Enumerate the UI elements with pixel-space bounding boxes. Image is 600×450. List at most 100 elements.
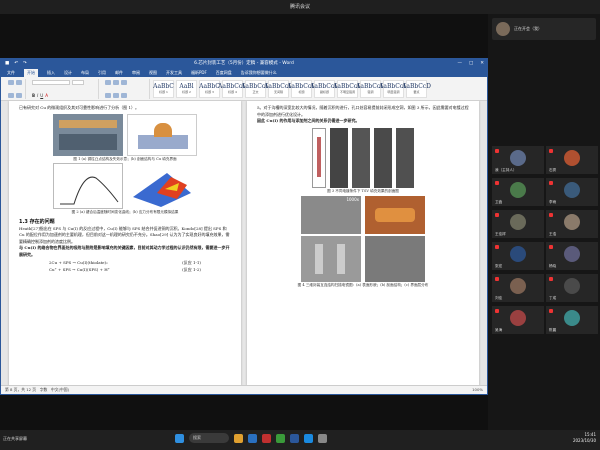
style-item[interactable]: AaBbCcD 标题 4 [218, 79, 247, 98]
avatar [564, 182, 580, 198]
document-area[interactable]: 已有研究对 Cu 的微观组织及其对可靠性影响进行了分析（图 1）。 图 1 (a… [1, 101, 487, 386]
participant-tile[interactable]: 李雨 [546, 178, 598, 206]
word-icon[interactable] [290, 433, 299, 443]
language[interactable]: 中文(中国) [51, 387, 69, 392]
tab-5[interactable]: 引用 [98, 69, 106, 77]
sem-image-d [365, 235, 425, 282]
tab-10[interactable]: 福昕PDF [191, 69, 207, 77]
tab-7[interactable]: 审阅 [132, 69, 140, 77]
avatar [564, 214, 580, 230]
file-explorer-icon[interactable] [234, 433, 243, 443]
tab-12[interactable]: 告诉我你想要做什么 [241, 69, 277, 77]
participant-tile[interactable]: 陈晨 [546, 306, 598, 334]
participant-name: 丁成 [549, 296, 557, 300]
edge-icon[interactable] [248, 433, 257, 443]
right-highlight: 因此 Cu(I) 的作用与添加剂之间的关系仍需进一步研究。 [257, 118, 360, 124]
avatar [564, 278, 580, 294]
align-left-icon[interactable] [105, 92, 111, 98]
avatar [510, 278, 526, 294]
tab-0[interactable]: 文件 [7, 69, 15, 77]
tab-2[interactable]: 插入 [47, 69, 55, 77]
style-item[interactable]: AaBbCcD 标题 [287, 79, 316, 98]
underline-icon[interactable]: U [40, 93, 43, 98]
meeting-title-bar: 腾讯会议 [0, 0, 600, 14]
style-item[interactable]: AaBbCcD 无间隔 [264, 79, 293, 98]
tab-1[interactable]: 开始 [24, 69, 38, 77]
cut-icon[interactable] [16, 79, 22, 85]
style-item[interactable]: AaBbC 标题 1 [153, 79, 174, 98]
meeting-icon[interactable] [304, 433, 313, 443]
style-name: 标题 3 [205, 90, 214, 94]
settings-icon[interactable] [318, 433, 327, 443]
style-item[interactable]: AaBbCcD 不明显强调 [333, 79, 362, 98]
chat-icon[interactable] [276, 433, 285, 443]
word-count[interactable]: 字数 [40, 387, 48, 392]
align-right-icon[interactable] [121, 92, 127, 98]
start-icon[interactable] [175, 433, 184, 443]
close-icon[interactable]: ✕ [480, 59, 484, 69]
numbering-icon[interactable] [113, 79, 119, 85]
tsv-section-2 [352, 127, 370, 188]
style-item[interactable]: AaBbCcD 强调 [356, 79, 385, 98]
paragraph-2: 与 Cu(I) 的络合物在界面处的吸附与脱附是影响填充的关键因素，目前对其动力学… [19, 245, 230, 257]
style-name: 强调 [367, 90, 374, 94]
participant-name: 李雨 [549, 200, 557, 204]
maximize-icon[interactable]: □ [469, 59, 473, 69]
participant-tile[interactable]: 王浩 [546, 210, 598, 238]
search-box[interactable]: 搜索 [189, 433, 229, 443]
participant-tile[interactable]: 卫鑫 [492, 178, 544, 206]
styles-gallery: AaBbC 标题 1 AaBl 标题 2 AaBbC 标题 3 AaBbCcD 标题 4 AaB… [153, 79, 431, 98]
right-intro: 5。对于沟槽的深宽比较大的情况，随着沉积的进行，孔口处容易提前封闭形成空洞，如图… [257, 105, 469, 117]
tab-8[interactable]: 视图 [149, 69, 157, 77]
participant-tile[interactable]: 杨晓 [546, 242, 598, 270]
participant-tile[interactable]: 刘佳 [492, 274, 544, 302]
figure-2a [53, 162, 123, 209]
participant-tile[interactable]: 王佳祥 [492, 210, 544, 238]
tab-6[interactable]: 邮件 [115, 69, 123, 77]
minimize-icon[interactable]: — [457, 59, 462, 69]
participant-name: 卫鑫 [495, 200, 503, 204]
bold-icon[interactable]: B [32, 93, 35, 98]
self-tile[interactable]: 正在开会（我） [492, 18, 596, 40]
avatar [564, 246, 580, 262]
word-titlebar: ■ ↶ ↷ 6.芯片封装工艺（5月份）定稿 - 兼容模式 - Word — □ … [1, 59, 487, 69]
style-name: 正文 [252, 90, 259, 94]
format-painter-icon[interactable] [16, 92, 22, 98]
intro-text: 已有研究对 Cu 的微观组织及其对可靠性影响进行了分析（图 1）。 [19, 105, 139, 110]
italic-icon[interactable]: I [37, 93, 38, 98]
participant-name: 刘佳 [495, 296, 503, 300]
app-icon[interactable] [262, 433, 271, 443]
font-name-select[interactable] [32, 79, 70, 85]
sharing-status[interactable]: 正在共享屏幕 [3, 436, 27, 442]
tab-4[interactable]: 布局 [81, 69, 89, 77]
align-center-icon[interactable] [113, 92, 119, 98]
participant-name: 陈晨 [549, 328, 557, 332]
font-color-icon[interactable]: A [45, 93, 48, 98]
tab-3[interactable]: 设计 [64, 69, 72, 77]
clock-date: 2023/10/30 [572, 438, 596, 443]
participant-tile[interactable]: 吴海 [492, 306, 544, 334]
bullets-icon[interactable] [105, 79, 111, 85]
zoom-level[interactable]: 100% [472, 386, 487, 394]
avatar [510, 182, 526, 198]
style-item[interactable]: AaBbCcD 要点 [402, 79, 431, 98]
participant-tile[interactable]: 石秀 [546, 146, 598, 174]
participant-tile[interactable]: 我（主持人） [492, 146, 544, 174]
tab-9[interactable]: 开发工具 [166, 69, 182, 77]
style-item[interactable]: AaBbC 标题 3 [199, 79, 220, 98]
mic-muted-icon [549, 181, 553, 185]
clock[interactable]: 15:41 2023/10/30 [573, 432, 596, 444]
mic-muted-icon [495, 213, 499, 217]
style-item[interactable]: AaBbCcD 副标题 [310, 79, 339, 98]
copy-icon[interactable] [8, 92, 14, 98]
font-size-select[interactable] [72, 79, 84, 85]
indent-icon[interactable] [121, 79, 127, 85]
participant-tile[interactable]: 张宏 [492, 242, 544, 270]
tab-11[interactable]: 百度网盘 [216, 69, 232, 77]
style-item[interactable]: AaBbCcD 正文 [241, 79, 270, 98]
participant-tile[interactable]: 丁成 [546, 274, 598, 302]
style-item[interactable]: AaBl 标题 2 [176, 79, 197, 98]
style-item[interactable]: AaBbCcD 明显强调 [379, 79, 408, 98]
figure-1-caption: 图 1 (a) 铜柱凸点结构及失效示意；(b) 剖面结构与 Cu 填充界面 [73, 156, 177, 161]
paste-icon[interactable] [8, 79, 14, 85]
